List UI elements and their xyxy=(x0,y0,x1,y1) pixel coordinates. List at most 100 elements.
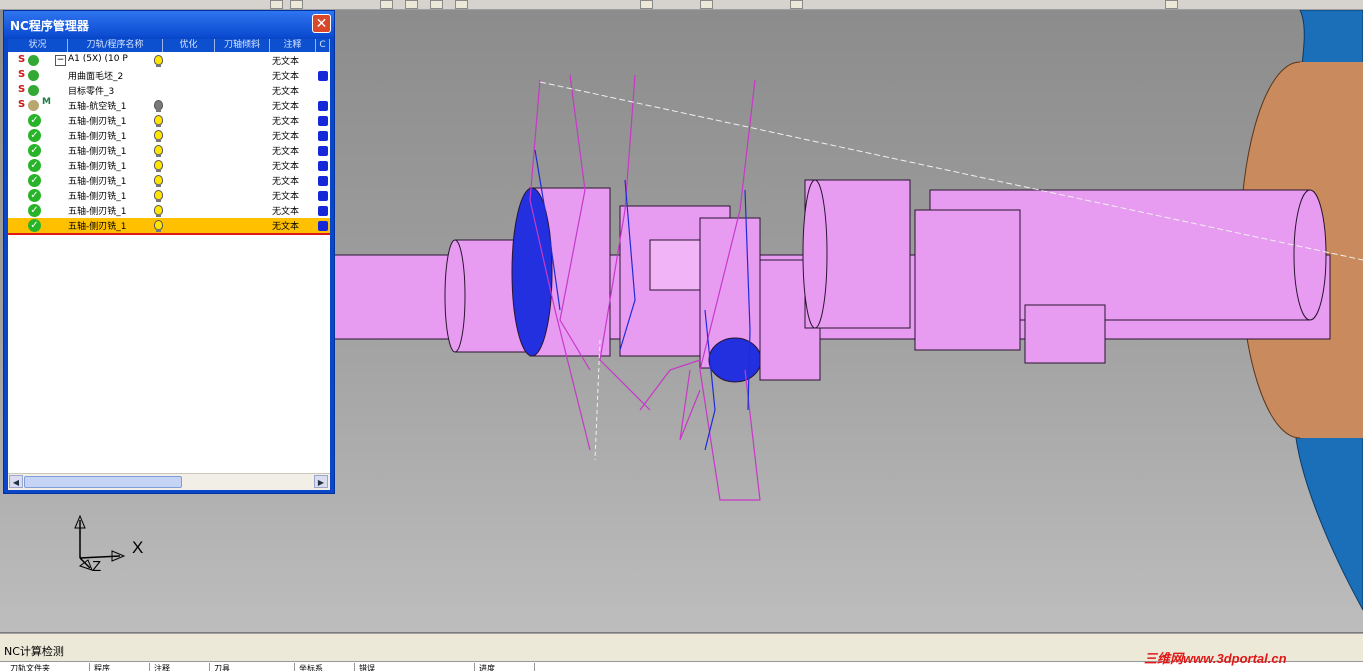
nc-row[interactable]: S − A1 (5X) (10 P 无文本 xyxy=(8,53,330,68)
nc-row[interactable]: S 用曲面毛坯_2 无文本 xyxy=(8,68,330,83)
col-c[interactable]: C xyxy=(316,39,330,52)
check-icon: ✓ xyxy=(28,204,41,217)
note-cell: 无文本 xyxy=(272,132,300,142)
power-icon xyxy=(28,100,39,111)
nc-row[interactable]: ✓ 五轴-侧刃铣_1 无文本 xyxy=(8,173,330,188)
note-cell: 无文本 xyxy=(272,72,300,82)
program-name: A1 (5X) (10 P xyxy=(68,54,128,64)
collar-3-face xyxy=(802,179,828,329)
col-optimize[interactable]: 优化 xyxy=(163,39,215,52)
toolbar-button[interactable] xyxy=(430,0,443,9)
lightbulb-icon[interactable] xyxy=(154,115,163,127)
toolbar-button[interactable] xyxy=(380,0,393,9)
status-s-icon: S xyxy=(18,84,26,95)
nc-row[interactable]: ✓ 五轴-侧刃铣_1 无文本 xyxy=(8,113,330,128)
scroll-left-icon[interactable]: ◀ xyxy=(9,475,23,488)
toolbar-button[interactable] xyxy=(640,0,653,9)
nc-row[interactable]: ✓ 五轴-侧刃铣_1 无文本 xyxy=(8,143,330,158)
c-flag-box[interactable] xyxy=(318,131,328,141)
lightbulb-icon[interactable] xyxy=(154,100,163,112)
tree-collapse-icon[interactable]: − xyxy=(55,55,66,66)
toolbar-button[interactable] xyxy=(790,0,803,9)
nc-program-list: 状况 刀轨/程序名称 优化 刀轴倾斜 注释 C S − A1 (5X) (10 P 无… xyxy=(8,39,330,490)
toolbar-button[interactable] xyxy=(405,0,418,9)
c-flag-box[interactable] xyxy=(318,221,328,231)
nc-row[interactable]: ✓ 五轴-侧刃铣_1 无文本 xyxy=(8,188,330,203)
toolbar-button[interactable] xyxy=(700,0,713,9)
nc-check-col[interactable]: 刀具 xyxy=(210,663,295,671)
c-flag-box[interactable] xyxy=(318,176,328,186)
status-cell: S xyxy=(16,69,56,82)
flag-m-icon: M xyxy=(42,97,51,107)
nc-titlebar[interactable]: NC程序管理器 ✕ xyxy=(4,11,334,37)
toolbar-button[interactable] xyxy=(455,0,468,9)
c-flag-box[interactable] xyxy=(318,71,328,81)
lightbulb-icon[interactable] xyxy=(154,175,163,187)
toolbar-button[interactable] xyxy=(1165,0,1178,9)
status-cell: S xyxy=(16,84,56,97)
nc-row[interactable]: S M 五轴-航空铣_1 无文本 xyxy=(8,97,330,113)
lightbulb-icon[interactable] xyxy=(154,55,163,67)
check-icon: ✓ xyxy=(28,189,41,202)
note-cell: 无文本 xyxy=(272,192,300,202)
lightbulb-icon[interactable] xyxy=(154,190,163,202)
nc-check-col[interactable]: 进度 xyxy=(475,663,535,671)
axis-z-label: Z xyxy=(92,558,102,575)
nc-row[interactable]: ✓ 五轴-侧刃铣_1 无文本 xyxy=(8,128,330,143)
power-icon xyxy=(28,85,39,96)
close-button[interactable]: ✕ xyxy=(312,14,331,33)
horizontal-scrollbar[interactable]: ◀ ▶ xyxy=(8,473,330,490)
status-cell: S xyxy=(16,54,56,67)
scroll-right-icon[interactable]: ▶ xyxy=(314,475,328,488)
note-cell: 无文本 xyxy=(272,147,300,157)
c-flag-box[interactable] xyxy=(318,146,328,156)
toolbar-button[interactable] xyxy=(270,0,283,9)
nc-row[interactable]: ✓ 五轴-侧刃铣_1 无文本 xyxy=(8,218,330,235)
nc-check-col[interactable]: 注释 xyxy=(150,663,210,671)
c-flag-box[interactable] xyxy=(318,101,328,111)
nc-row[interactable]: ✓ 五轴-侧刃铣_1 无文本 xyxy=(8,158,330,173)
nc-check-col[interactable]: 刀轨文件夹 xyxy=(6,663,90,671)
power-icon xyxy=(28,55,39,66)
program-name: 五轴-侧刃铣_1 xyxy=(68,132,127,142)
nc-check-title: NC计算检测 xyxy=(4,645,64,658)
lobe-3 xyxy=(1024,304,1106,364)
col-note[interactable]: 注释 xyxy=(270,39,316,52)
program-name: 五轴-侧刃铣_1 xyxy=(68,222,127,232)
program-name: 五轴-侧刃铣_1 xyxy=(68,117,127,127)
lightbulb-icon[interactable] xyxy=(154,205,163,217)
nc-row[interactable]: ✓ 五轴-侧刃铣_1 无文本 xyxy=(8,203,330,218)
c-flag-box[interactable] xyxy=(318,191,328,201)
axis-triad xyxy=(74,514,126,571)
lightbulb-icon[interactable] xyxy=(154,220,163,232)
status-cell: ✓ xyxy=(16,219,56,232)
c-flag-box[interactable] xyxy=(318,161,328,171)
col-status[interactable]: 状况 xyxy=(8,39,68,52)
status-s-icon: S xyxy=(18,54,26,65)
c-flag-box[interactable] xyxy=(318,206,328,216)
nc-window-title: NC程序管理器 xyxy=(10,19,89,33)
nc-check-col[interactable]: 错误 xyxy=(355,663,475,671)
right-shaft-end xyxy=(1293,189,1327,321)
column-header: 状况 刀轨/程序名称 优化 刀轴倾斜 注释 C xyxy=(8,39,330,52)
program-name: 五轴-侧刃铣_1 xyxy=(68,177,127,187)
nc-check-col[interactable]: 程序 xyxy=(90,663,150,671)
lightbulb-icon[interactable] xyxy=(154,145,163,157)
power-icon xyxy=(28,70,39,81)
scroll-thumb[interactable] xyxy=(24,476,182,488)
toolbar-button[interactable] xyxy=(290,0,303,9)
check-icon: ✓ xyxy=(28,114,41,127)
program-name: 目标零件_3 xyxy=(68,87,115,97)
note-cell: 无文本 xyxy=(272,57,300,67)
lightbulb-icon[interactable] xyxy=(154,130,163,142)
col-tilt[interactable]: 刀轴倾斜 xyxy=(215,39,270,52)
c-flag-box[interactable] xyxy=(318,116,328,126)
status-s-icon: S xyxy=(18,99,26,110)
status-cell: ✓ xyxy=(16,159,56,172)
nc-row[interactable]: S 目标零件_3 无文本 xyxy=(8,83,330,98)
lightbulb-icon[interactable] xyxy=(154,160,163,172)
nc-check-col[interactable]: 坐标系 xyxy=(295,663,355,671)
status-cell: ✓ xyxy=(16,144,56,157)
col-name[interactable]: 刀轨/程序名称 xyxy=(68,39,163,52)
note-cell: 无文本 xyxy=(272,222,300,232)
